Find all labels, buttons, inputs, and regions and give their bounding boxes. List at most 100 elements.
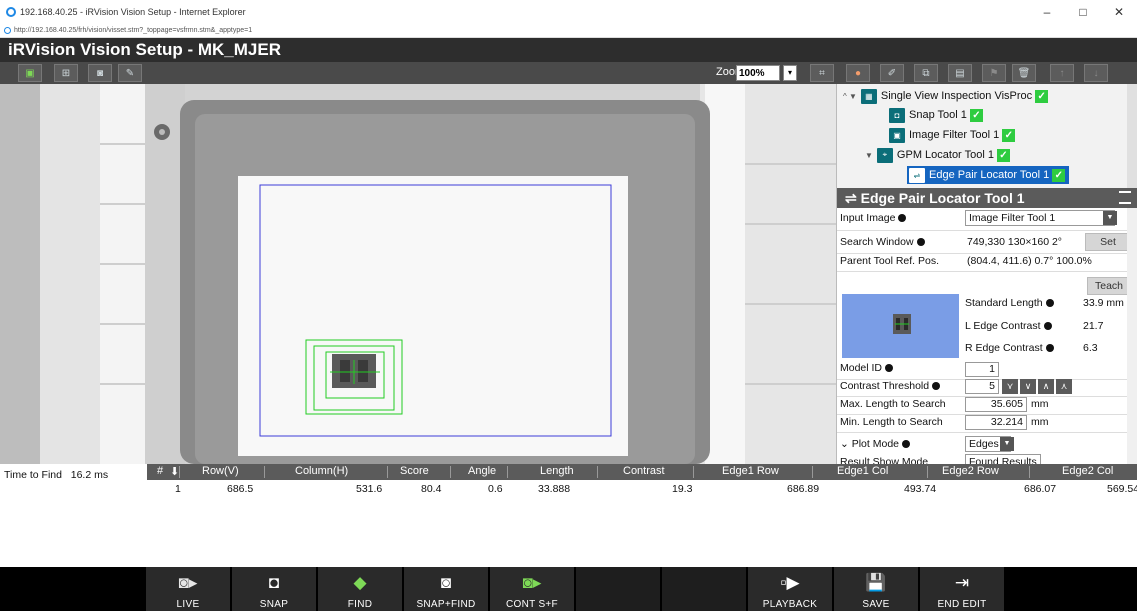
empty-slot xyxy=(662,567,747,611)
parent-ref-value: (804.4, 411.6) 0.7° 100.0% xyxy=(967,255,1092,267)
image-save-icon[interactable]: ⊞ xyxy=(54,64,78,82)
chevron-down-icon[interactable]: ▾ xyxy=(783,65,797,81)
tree-item-gpm-locator-tool[interactable]: ▼ ⌖ GPM Locator Tool 1 ✓ xyxy=(865,146,1010,164)
column-header[interactable]: Row(V) xyxy=(202,465,239,477)
teach-button[interactable]: Teach xyxy=(1087,277,1131,295)
collapse-arrow-icon[interactable]: ▼ xyxy=(865,151,873,160)
info-icon[interactable] xyxy=(1045,344,1054,352)
find-button[interactable]: ◆ FIND xyxy=(318,567,403,611)
checkmark-icon: ✓ xyxy=(1002,128,1016,142)
close-window-button[interactable]: ✕ xyxy=(1101,0,1137,24)
maximize-button[interactable]: □ xyxy=(1065,0,1101,24)
camera-snap-icon[interactable]: ◙ xyxy=(88,64,112,82)
tree-item-snap-tool[interactable]: ◘ Snap Tool 1 ✓ xyxy=(889,106,983,124)
zoom-select[interactable]: 100% xyxy=(736,65,780,81)
chevron-down-icon[interactable]: ▼ xyxy=(1000,437,1014,451)
edit-pen-icon[interactable]: ✎ xyxy=(118,64,142,82)
move-down-icon[interactable]: ↓ xyxy=(1084,64,1108,82)
snap-camera-icon: ◘ xyxy=(268,573,280,592)
snap-find-icon: ◙ xyxy=(440,573,452,592)
info-icon[interactable] xyxy=(916,238,925,246)
column-header[interactable]: Contrast xyxy=(623,465,665,477)
live-button[interactable]: ◙▸ LIVE xyxy=(146,567,231,611)
contrast-threshold-input[interactable]: 5 xyxy=(965,379,999,394)
result-show-mode-label: Result Show Mode xyxy=(840,456,929,464)
save-button[interactable]: 💾 SAVE xyxy=(834,567,919,611)
window-controls: – □ ✕ xyxy=(1029,0,1137,24)
delete-tool-icon[interactable]: 🗑 xyxy=(1012,64,1036,82)
results-table-header: # ⬇ Row(V) Column(H) Score Angle Length … xyxy=(147,464,1137,480)
copy-tool-icon[interactable]: ⧉ xyxy=(914,64,938,82)
min-length-input[interactable]: 32.214 xyxy=(965,415,1027,430)
chevron-down-icon[interactable]: ∨ xyxy=(1020,379,1036,394)
column-header[interactable]: Column(H) xyxy=(295,465,348,477)
checkmark-icon: ✓ xyxy=(1052,168,1066,182)
column-header[interactable]: Edge1 Col xyxy=(837,465,888,477)
max-length-input[interactable]: 35.605 xyxy=(965,397,1027,412)
menu-icon[interactable] xyxy=(1119,191,1131,204)
model-id-input[interactable]: 1 xyxy=(965,362,999,377)
find-icon: ◆ xyxy=(353,573,367,592)
tree-scrollbar[interactable] xyxy=(1127,84,1137,188)
info-icon[interactable] xyxy=(885,364,894,372)
info-icon[interactable] xyxy=(1045,299,1054,307)
column-header[interactable]: Length xyxy=(540,465,574,477)
url-text[interactable]: http://192.168.40.25/frh/vision/visset.s… xyxy=(14,27,252,34)
column-header[interactable]: # xyxy=(157,465,163,477)
bottom-action-bar: ◙▸ LIVE ◘ SNAP ◆ FIND ◙ SNAP+FIND ◙▸ CON… xyxy=(0,567,1137,611)
column-header[interactable]: Edge1 Row xyxy=(722,465,779,477)
input-image-select[interactable]: Image Filter Tool 1 xyxy=(965,210,1115,226)
properties-icon[interactable]: ▤ xyxy=(948,64,972,82)
minimize-button[interactable]: – xyxy=(1029,0,1065,24)
rename-tool-icon[interactable]: ✐ xyxy=(880,64,904,82)
fit-to-window-icon[interactable]: ⌗ xyxy=(810,64,834,82)
double-chevron-up-icon[interactable]: ⋏ xyxy=(1056,379,1072,394)
chevron-down-icon[interactable]: ▼ xyxy=(1103,211,1117,225)
model-image xyxy=(842,294,959,358)
properties-panel: Input Image Image Filter Tool 1 ▼ Search… xyxy=(836,208,1137,464)
min-length-unit: mm xyxy=(1031,416,1049,428)
tree-item-label: Single View Inspection VisProc xyxy=(880,90,1033,102)
info-icon[interactable] xyxy=(932,382,941,390)
tree-item-image-filter-tool[interactable]: ▣ Image Filter Tool 1 ✓ xyxy=(889,126,1016,144)
image-display-icon[interactable]: ▣ xyxy=(18,64,42,82)
min-length-label: Min. Length to Search xyxy=(840,416,943,428)
properties-scrollbar[interactable] xyxy=(1127,208,1137,464)
double-chevron-down-icon[interactable]: ⋎ xyxy=(1002,379,1018,394)
info-icon[interactable] xyxy=(1043,322,1052,330)
edge-pair-icon: ⇌ xyxy=(845,190,861,206)
playback-icon: ▫▶ xyxy=(780,573,800,592)
gpm-locator-icon: ⌖ xyxy=(876,147,893,163)
tool-tree: ^ ▼ ▦ Single View Inspection VisProc ✓ ◘… xyxy=(836,84,1137,188)
column-header[interactable]: Angle xyxy=(468,465,496,477)
playback-button[interactable]: ▫▶ PLAYBACK xyxy=(748,567,833,611)
tree-item-vision-process[interactable]: ^ ▼ ▦ Single View Inspection VisProc ✓ xyxy=(843,87,1049,105)
set-button[interactable]: Set xyxy=(1085,233,1131,251)
browser-title-bar: 192.168.40.25 - iRVision Vision Setup - … xyxy=(0,0,1137,24)
image-filter-icon: ▣ xyxy=(889,127,905,143)
add-tool-icon[interactable]: ● xyxy=(846,64,870,82)
tree-item-label: Image Filter Tool 1 xyxy=(909,129,1000,141)
flag-icon[interactable]: ⚑ xyxy=(982,64,1006,82)
address-bar[interactable]: http://192.168.40.25/frh/vision/visset.s… xyxy=(0,24,1137,38)
tree-item-label: Edge Pair Locator Tool 1 xyxy=(929,169,1050,181)
tree-item-edge-pair-locator-tool[interactable]: ⇌ Edge Pair Locator Tool 1 ✓ xyxy=(907,166,1070,184)
info-icon[interactable] xyxy=(898,214,907,222)
column-header[interactable]: Score xyxy=(400,465,429,477)
column-header[interactable]: Edge2 Row xyxy=(942,465,999,477)
snap-button[interactable]: ◘ SNAP xyxy=(232,567,317,611)
result-show-mode-select[interactable]: Found Results xyxy=(965,454,1041,464)
r-edge-contrast-value: 6.3 xyxy=(1083,342,1098,354)
move-up-icon[interactable]: ↑ xyxy=(1050,64,1074,82)
sort-down-icon[interactable]: ⬇ xyxy=(170,465,179,478)
continuous-snap-find-button[interactable]: ◙▸ CONT S+F xyxy=(490,567,575,611)
page-favicon-icon xyxy=(4,27,11,34)
snap-find-button[interactable]: ◙ SNAP+FIND xyxy=(404,567,489,611)
chevron-up-icon[interactable]: ∧ xyxy=(1038,379,1054,394)
info-icon[interactable] xyxy=(902,440,910,448)
collapse-arrow-icon[interactable]: ^ ▼ xyxy=(843,92,857,101)
column-header[interactable]: Edge2 Col xyxy=(1062,465,1113,477)
camera-image-view[interactable] xyxy=(0,84,836,464)
parent-ref-label: Parent Tool Ref. Pos. xyxy=(840,255,940,267)
end-edit-button[interactable]: ⇥ END EDIT xyxy=(920,567,1005,611)
